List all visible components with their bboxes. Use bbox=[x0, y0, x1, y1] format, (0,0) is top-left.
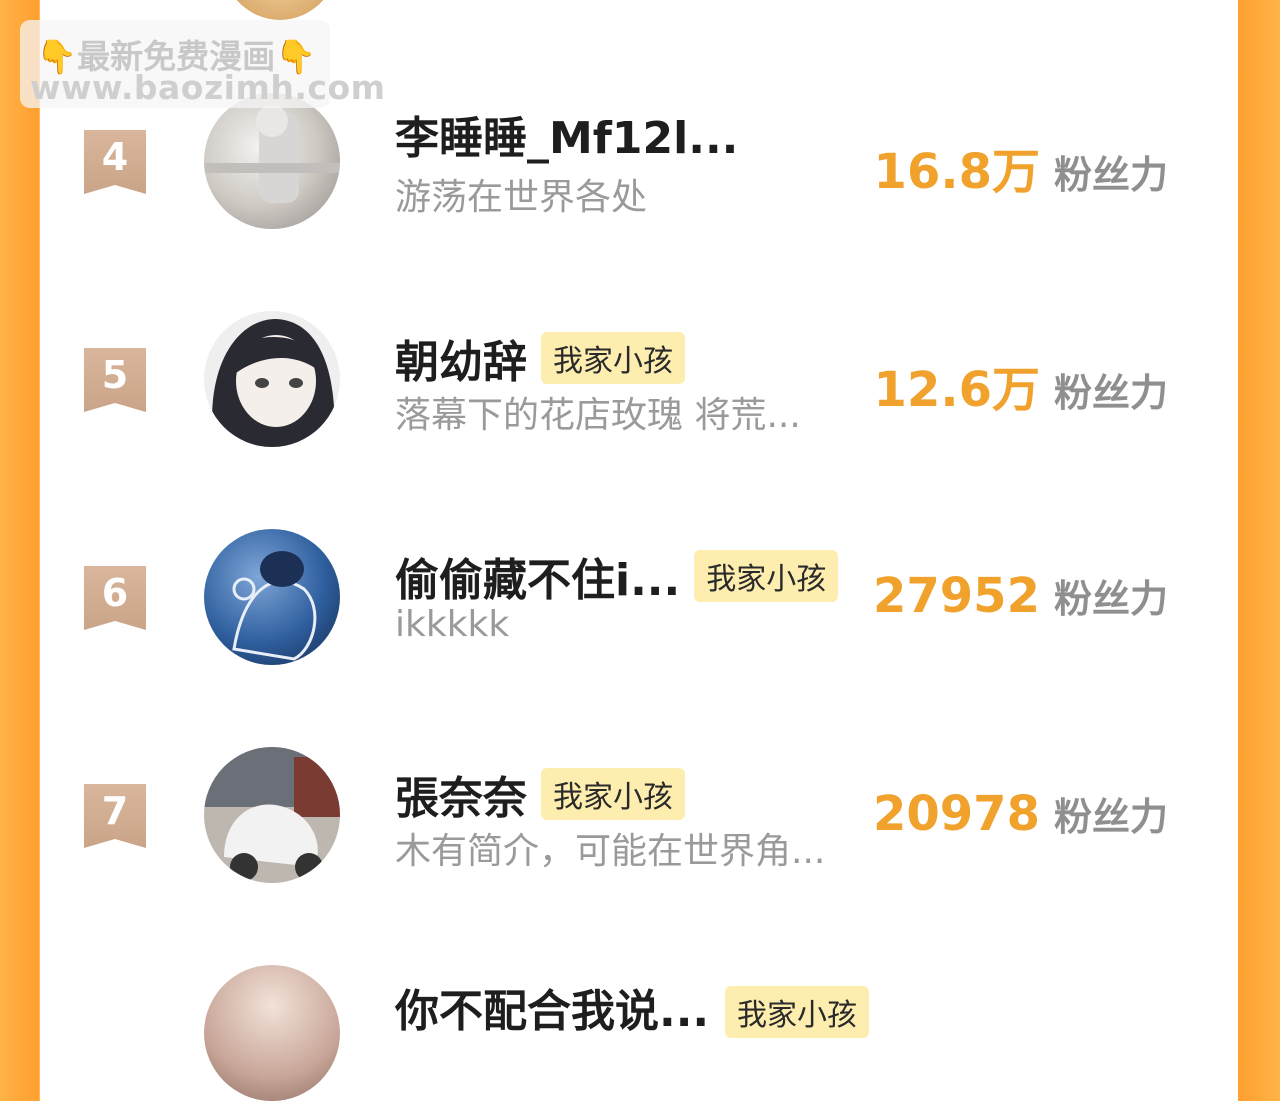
avatar[interactable] bbox=[204, 747, 340, 883]
avatar-cat-icon bbox=[232, 551, 317, 661]
user-name[interactable]: 朝幼辞 bbox=[395, 326, 527, 390]
rank-badge: 5 bbox=[84, 348, 146, 412]
fans-label: 粉丝力 bbox=[1053, 795, 1168, 839]
user-bio: 游荡在世界各处 bbox=[395, 177, 648, 218]
watermark-line2: www.baozimh.com bbox=[30, 68, 386, 107]
user-name[interactable]: 李睡睡_Mf12l... bbox=[395, 102, 738, 166]
rank-badge: 6 bbox=[84, 566, 146, 630]
user-bio: 落幕下的花店玫瑰 将荒... bbox=[395, 395, 801, 436]
watermark: 👇最新免费漫画👇 www.baozimh.com bbox=[20, 20, 385, 108]
avatar-girl-icon bbox=[212, 319, 335, 447]
user-name[interactable]: 張奈奈 bbox=[395, 762, 527, 826]
list-item[interactable]: 6 偷偷藏不住i... 我家小孩 ikkkkk 27952 粉丝力 bbox=[0, 529, 1280, 696]
fans-label: 粉丝力 bbox=[1053, 153, 1168, 197]
list-item[interactable]: 5 朝幼辞 我家小孩 落幕下的花店玫瑰 将荒... 12.6万 粉丝力 bbox=[0, 311, 1280, 478]
fans-count: 20978 bbox=[872, 786, 1040, 842]
avatar-scooter-icon bbox=[204, 747, 340, 881]
fans-count: 12.6万 bbox=[873, 362, 1040, 418]
tag-badge: 我家小孩 bbox=[725, 986, 869, 1038]
avatar[interactable] bbox=[204, 311, 340, 447]
list-item[interactable]: 4 李睡睡_Mf12l... 游荡在世界各处 16.8万 粉丝力 bbox=[0, 93, 1280, 260]
list-item[interactable]: 7 張奈奈 我家小孩 木有简介，可能在世界角... 20978 粉丝力 bbox=[0, 747, 1280, 914]
fans-label: 粉丝力 bbox=[1053, 371, 1168, 415]
tag-badge: 我家小孩 bbox=[694, 550, 839, 602]
avatar[interactable] bbox=[204, 529, 340, 665]
avatar[interactable] bbox=[204, 93, 340, 229]
tag-badge: 我家小孩 bbox=[541, 332, 685, 384]
fans-label: 粉丝力 bbox=[1053, 577, 1168, 621]
user-bio: ikkkkk bbox=[395, 604, 510, 645]
user-name[interactable]: 偷偷藏不住i... bbox=[395, 544, 680, 608]
fans-count: 16.8万 bbox=[873, 144, 1040, 200]
rank-badge: 4 bbox=[84, 130, 146, 194]
rank-badge: 7 bbox=[84, 784, 146, 848]
user-bio: 木有简介，可能在世界角... bbox=[395, 831, 826, 872]
fans-count: 27952 bbox=[872, 568, 1040, 624]
user-name[interactable]: 你不配合我说... bbox=[395, 975, 709, 1039]
avatar[interactable] bbox=[204, 965, 340, 1101]
tag-badge: 我家小孩 bbox=[541, 768, 685, 820]
avatar-figure-icon bbox=[204, 105, 340, 203]
